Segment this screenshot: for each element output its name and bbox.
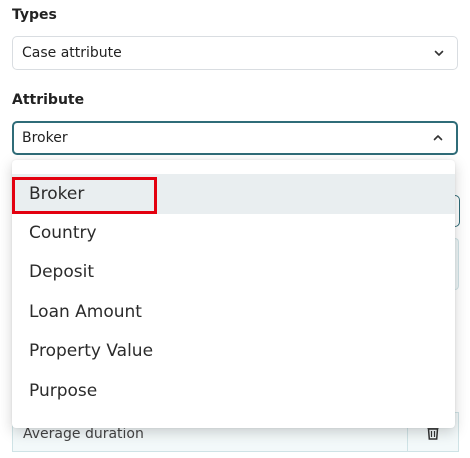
option-property-value[interactable]: Property Value — [12, 331, 455, 371]
option-label: Deposit — [29, 262, 94, 282]
attribute-dropdown-menu: Broker Country Deposit Loan Amount Prope… — [12, 160, 455, 428]
option-broker[interactable]: Broker — [12, 174, 455, 214]
chevron-up-icon — [432, 132, 444, 144]
option-loan-amount[interactable]: Loan Amount — [12, 292, 455, 332]
chevron-down-icon — [433, 47, 445, 59]
option-label: Loan Amount — [29, 302, 142, 322]
option-label: Country — [29, 223, 97, 243]
option-label: Broker — [29, 184, 85, 204]
option-purpose[interactable]: Purpose — [12, 371, 455, 411]
option-deposit[interactable]: Deposit — [12, 252, 455, 292]
attribute-select[interactable]: Broker — [12, 121, 458, 155]
option-label: Property Value — [29, 341, 154, 361]
attribute-label: Attribute — [12, 92, 85, 108]
types-label: Types — [12, 7, 57, 23]
option-label: Purpose — [29, 381, 98, 401]
attribute-filter-panel: Types Case attribute Attribute Broker Av… — [0, 0, 470, 458]
types-selected-value: Case attribute — [22, 45, 122, 61]
option-country[interactable]: Country — [12, 213, 455, 253]
attribute-selected-value: Broker — [22, 130, 68, 146]
types-select[interactable]: Case attribute — [12, 36, 458, 70]
